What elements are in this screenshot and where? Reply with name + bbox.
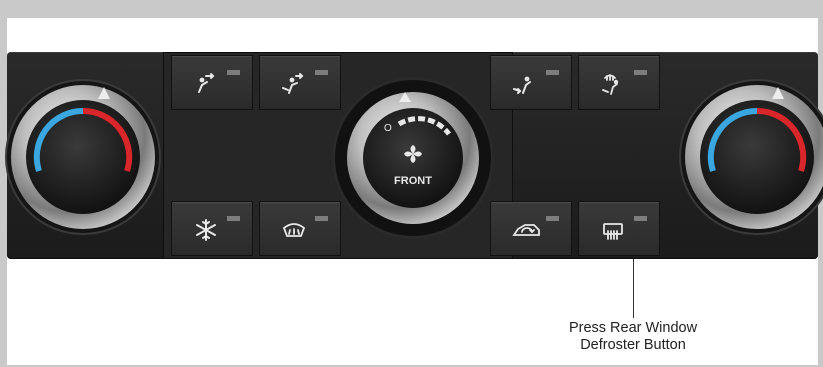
callout-line-2: Defroster Button: [580, 337, 686, 353]
passenger-temperature-knob[interactable]: [685, 85, 823, 229]
bi-level-icon: [282, 73, 304, 94]
indicator-light: [546, 216, 559, 221]
snowflake-icon: [196, 219, 216, 241]
callout-text: Press Rear Window Defroster Button: [520, 320, 746, 354]
callout-line-1: Press Rear Window: [568, 320, 698, 336]
fan-knob-label: FRONT: [394, 175, 432, 187]
ac-button[interactable]: [171, 201, 253, 256]
fan-speed-scale-icon: [397, 92, 452, 163]
indicator-light: [634, 216, 647, 221]
vent-face-icon: [198, 73, 215, 93]
fan-off-symbol: O: [384, 123, 392, 134]
fan-speed-knob[interactable]: O FRONT: [347, 92, 479, 224]
floor-icon: [513, 76, 531, 94]
recirculation-button[interactable]: [490, 201, 572, 256]
indicator-light: [315, 216, 328, 221]
image-frame: O FRONT Press Rear Window Defroster Butt…: [0, 0, 823, 367]
vent-face-button[interactable]: [171, 55, 253, 110]
floor-button[interactable]: [490, 55, 572, 110]
temperature-scale-icon: [707, 87, 807, 172]
defog-floor-icon: [602, 74, 619, 95]
callout-leader-line: [633, 259, 634, 318]
temperature-scale-icon: [33, 87, 133, 172]
rear-defrost-icon: [603, 223, 623, 240]
bi-level-button[interactable]: [259, 55, 341, 110]
front-defrost-button[interactable]: [259, 201, 341, 256]
indicator-light: [634, 70, 647, 75]
indicator-light: [227, 216, 240, 221]
indicator-light: [546, 70, 559, 75]
rear-defrost-button[interactable]: [578, 201, 660, 256]
indicator-light: [315, 70, 328, 75]
front-defrost-icon: [282, 223, 306, 237]
climate-control-panel: O FRONT: [7, 52, 823, 259]
indicator-light: [227, 70, 240, 75]
recirculation-icon: [512, 224, 540, 236]
driver-temperature-knob[interactable]: [11, 85, 155, 229]
defog-floor-button[interactable]: [578, 55, 660, 110]
